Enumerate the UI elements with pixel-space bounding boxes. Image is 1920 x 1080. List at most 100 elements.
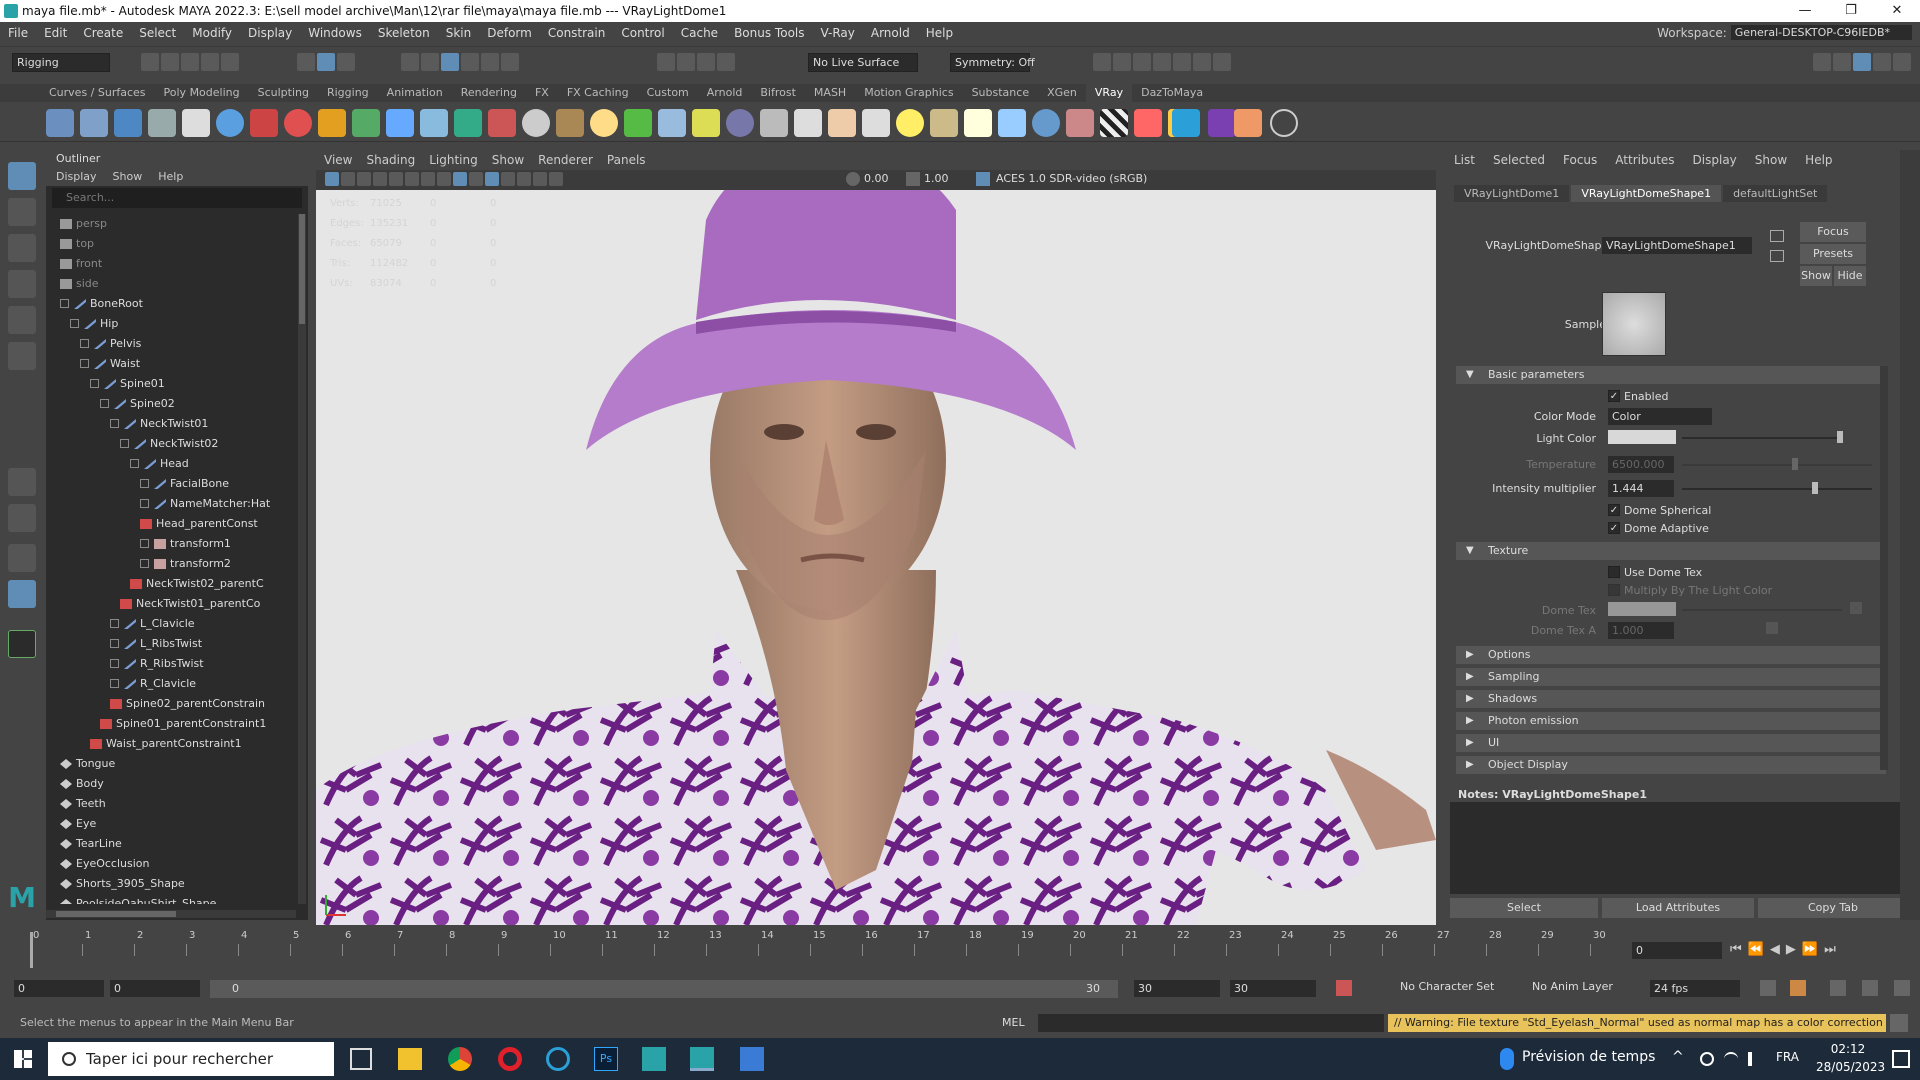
- menu-control[interactable]: Control: [613, 26, 672, 40]
- expand-toggle-icon[interactable]: [110, 618, 119, 628]
- file-explorer-icon[interactable]: [398, 1048, 422, 1070]
- lasso-tool-icon[interactable]: [8, 198, 36, 226]
- vray-light-spot-icon[interactable]: [930, 109, 958, 137]
- tab-vraylightdome1[interactable]: VRayLightDome1: [1454, 185, 1570, 202]
- outliner-layout-icon[interactable]: [8, 580, 36, 608]
- isolate-select-icon[interactable]: [533, 172, 547, 186]
- rotate-tool-icon[interactable]: [8, 306, 36, 334]
- expand-toggle-icon[interactable]: [70, 318, 79, 328]
- outliner-row[interactable]: Spine01_parentConstraint1: [100, 714, 266, 734]
- menu-display[interactable]: Display: [240, 26, 300, 40]
- select-hierarchy-icon[interactable]: [297, 53, 315, 71]
- light-color-slider[interactable]: [1682, 437, 1842, 439]
- vray-volume-icon[interactable]: [726, 109, 754, 137]
- anim-layer-select[interactable]: No Anim Layer: [1532, 980, 1613, 993]
- shelf-tab-daztomaya[interactable]: DazToMaya: [1132, 84, 1212, 102]
- menu-create[interactable]: Create: [75, 26, 131, 40]
- vray-bake-icon[interactable]: [148, 109, 176, 137]
- load-attributes-button[interactable]: Load Attributes: [1602, 898, 1754, 918]
- dome-tex-slider[interactable]: [1682, 609, 1842, 611]
- construction-history-icon[interactable]: [697, 53, 715, 71]
- vray-decal-icon[interactable]: [828, 109, 856, 137]
- taskbar-search-box[interactable]: Taper ici pour rechercher: [48, 1042, 334, 1076]
- shelf-tab-poly[interactable]: Poly Modeling: [155, 84, 249, 102]
- select-button[interactable]: Select: [1450, 898, 1598, 918]
- language-indicator[interactable]: FRA: [1776, 1050, 1799, 1064]
- vray-plane-icon[interactable]: [352, 109, 380, 137]
- anim-end-field[interactable]: 30: [1230, 980, 1316, 997]
- modeling-toolkit-toggle-icon[interactable]: [1813, 53, 1831, 71]
- image-plane-icon[interactable]: [373, 172, 387, 186]
- hypershade-icon[interactable]: [1153, 53, 1171, 71]
- menu-bonus-tools[interactable]: Bonus Tools: [726, 26, 812, 40]
- shelf-tab-fx-caching[interactable]: FX Caching: [558, 84, 638, 102]
- anim-prefs-icon[interactable]: [1862, 980, 1878, 996]
- tab-vraylightdomeshape1[interactable]: VRayLightDomeShape1: [1571, 185, 1722, 202]
- vray-ipr-icon[interactable]: [1193, 53, 1211, 71]
- outliner-row[interactable]: side: [60, 274, 99, 294]
- help-icon[interactable]: [1270, 109, 1298, 137]
- playback-end-field[interactable]: 30: [1134, 980, 1220, 997]
- outliner-row[interactable]: R_Clavicle: [110, 674, 196, 694]
- sound-icon[interactable]: [1830, 980, 1846, 996]
- vray-proxy-icon[interactable]: [386, 109, 414, 137]
- clock-date[interactable]: 28/05/2023: [1816, 1060, 1885, 1074]
- notes-textarea[interactable]: [1450, 802, 1906, 894]
- new-scene-icon[interactable]: [141, 53, 159, 71]
- temperature-slider-handle[interactable]: [1792, 458, 1798, 470]
- maya-active-icon[interactable]: [690, 1047, 714, 1071]
- vray-sphere-fade-icon[interactable]: [1032, 109, 1060, 137]
- outliner-row[interactable]: L_Clavicle: [110, 614, 195, 634]
- expand-toggle-icon[interactable]: [140, 498, 149, 508]
- view-transform-select[interactable]: ACES 1.0 SDR-video (sRGB): [996, 172, 1147, 185]
- workspace-select[interactable]: General-DESKTOP-C96IEDB*: [1730, 25, 1912, 40]
- textured-icon[interactable]: [469, 172, 483, 186]
- command-input[interactable]: [1038, 1014, 1384, 1032]
- vray-light-ies-icon[interactable]: [624, 109, 652, 137]
- outliner-row[interactable]: Hip: [70, 314, 118, 334]
- section-texture[interactable]: ▼ Texture: [1456, 542, 1886, 560]
- light-color-swatch[interactable]: [1608, 430, 1676, 444]
- outliner-search-input[interactable]: Search...: [52, 188, 302, 208]
- vray-cloud-icon[interactable]: [1172, 109, 1200, 137]
- outliner-row[interactable]: front: [60, 254, 102, 274]
- ambient-occlusion-icon[interactable]: [517, 172, 531, 186]
- undo-icon[interactable]: [201, 53, 219, 71]
- range-bar[interactable]: 0 30: [210, 980, 1118, 998]
- color-mode-select[interactable]: Color: [1608, 408, 1712, 425]
- menu-modify[interactable]: Modify: [184, 26, 240, 40]
- render-frame-icon[interactable]: [1093, 53, 1111, 71]
- show-button[interactable]: Show: [1800, 266, 1832, 286]
- outliner-row[interactable]: TearLine: [60, 834, 122, 854]
- section-ui[interactable]: ▶ UI: [1456, 734, 1886, 752]
- expand-toggle-icon[interactable]: [110, 678, 119, 688]
- attr-menu-show[interactable]: Show: [1755, 150, 1787, 170]
- lights-icon[interactable]: [485, 172, 499, 186]
- shelf-tab-custom[interactable]: Custom: [638, 84, 698, 102]
- focus-button[interactable]: Focus: [1800, 222, 1866, 242]
- outliner-row[interactable]: transform2: [140, 554, 231, 574]
- open-scene-icon[interactable]: [161, 53, 179, 71]
- weather-text[interactable]: Prévision de temps: [1522, 1049, 1655, 1065]
- vray-sun-light-icon[interactable]: [964, 109, 992, 137]
- expand-toggle-icon[interactable]: [140, 538, 149, 548]
- persp-outliner-layout-icon[interactable]: [8, 544, 36, 572]
- outliner-row[interactable]: NeckTwist02: [120, 434, 218, 454]
- symmetry-dropdown[interactable]: Symmetry: Off: [950, 53, 1035, 72]
- dome-spherical-checkbox[interactable]: ✓: [1608, 504, 1620, 516]
- multiply-light-color-checkbox[interactable]: [1608, 584, 1620, 596]
- use-dome-tex-checkbox[interactable]: [1608, 566, 1620, 578]
- section-object-display[interactable]: ▶ Object Display: [1456, 756, 1886, 774]
- shelf-tab-rigging[interactable]: Rigging: [318, 84, 378, 102]
- outliner-row[interactable]: L_RibsTwist: [110, 634, 202, 654]
- vray-texture-icon[interactable]: [998, 109, 1026, 137]
- enabled-checkbox[interactable]: ✓: [1608, 390, 1620, 402]
- menu-set-dropdown[interactable]: Rigging: [12, 53, 110, 72]
- gamma-icon[interactable]: [906, 172, 920, 186]
- character-set-select[interactable]: No Character Set: [1400, 980, 1494, 993]
- outliner-menu-help[interactable]: Help: [158, 168, 183, 186]
- lock-icon[interactable]: [501, 53, 519, 71]
- shape-name-field[interactable]: VRayLightDomeShape1: [1602, 237, 1752, 254]
- dome-tex-swatch[interactable]: [1608, 602, 1676, 616]
- snap-curve-icon[interactable]: [421, 53, 439, 71]
